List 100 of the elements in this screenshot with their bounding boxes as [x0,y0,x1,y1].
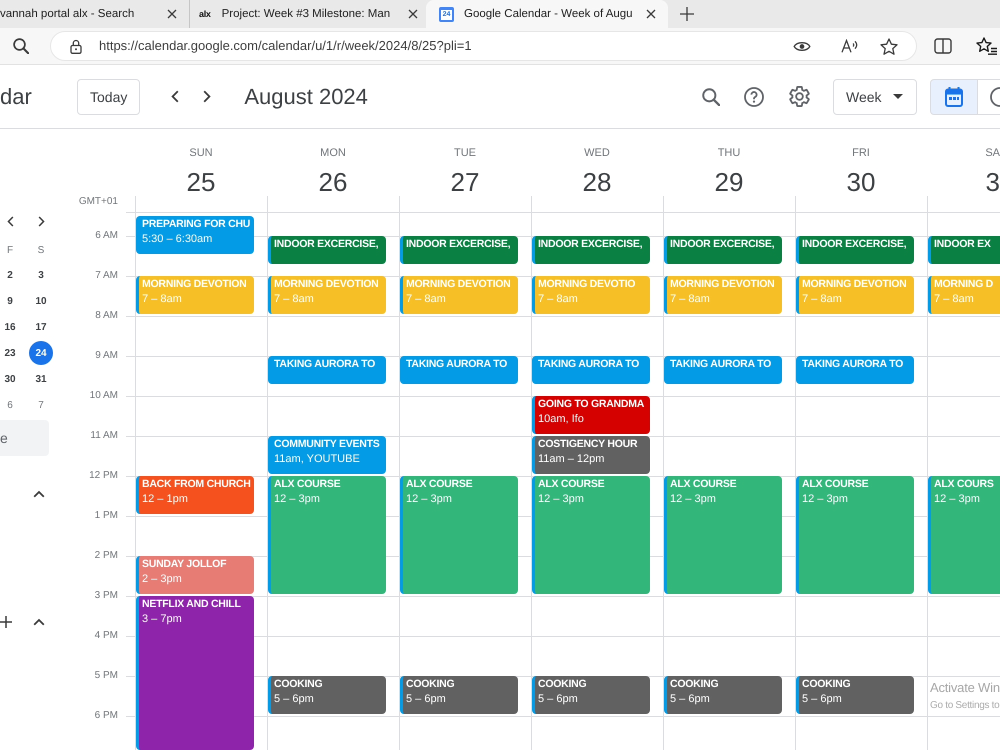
chevron-right-icon[interactable] [203,90,212,103]
event-time: 7 – 8am [406,292,446,307]
star-list-icon[interactable] [976,37,998,55]
hour-label: 10 AM [90,390,118,402]
calendar-event[interactable]: COOKING 5 – 6pm [796,676,914,714]
settings-icon[interactable] [789,86,810,107]
calendar-event[interactable]: ALX COURS 12 – 3pm [928,476,1000,594]
calendar-event[interactable]: COOKING 5 – 6pm [532,676,650,714]
mini-calendar-day[interactable]: 16 [0,316,20,338]
calendar-event[interactable]: INDOOR EXCERCISE, [664,236,782,264]
day-number[interactable]: 25 [186,168,216,196]
calendar-event[interactable]: TAKING AURORA TO [532,356,650,384]
event-time: 5 – 6pm [670,692,710,707]
plus-icon[interactable] [0,616,12,628]
today-button[interactable]: Today [77,78,140,114]
event-title: BACK FROM CHURCH [142,477,251,492]
event-time: 3 – 7pm [142,612,182,627]
calendar-event[interactable]: ALX COURSE 12 – 3pm [400,476,518,594]
address-bar[interactable]: https://calendar.google.com/calendar/u/1/r/week/2024/8/25?pli=1 [50,31,917,61]
browser-tab[interactable]: alx Project: Week #3 Milestone: Man [190,0,426,28]
event-title: COOKING [802,677,850,692]
mini-calendar-day[interactable]: 2 [0,264,20,286]
chevron-up-icon[interactable] [33,618,45,626]
event-title: PREPARING FOR CHU [142,217,250,232]
calendar-event[interactable]: TAKING AURORA TO [664,356,782,384]
close-icon[interactable] [167,9,177,19]
view-select-button[interactable]: Week [833,78,917,114]
calendar-event[interactable]: SUNDAY JOLLOF 2 – 3pm [136,556,254,594]
calendar-event[interactable]: INDOOR EXCERCISE, [268,236,386,264]
people-search-field[interactable]: e [0,420,49,456]
help-icon[interactable] [744,86,764,106]
calendar-event[interactable]: COOKING 5 – 6pm [400,676,518,714]
event-title: TAKING AURORA TO [802,357,903,372]
eye-icon[interactable] [793,42,811,50]
view-toggle-button[interactable] [930,78,978,114]
day-number[interactable]: 28 [582,168,612,196]
view-toggle-button[interactable] [978,78,1000,114]
weekday-label: THU [718,146,740,160]
event-title: ALX COURSE [802,477,868,492]
calendar-event[interactable]: TAKING AURORA TO [268,356,386,384]
hour-label: 1 PM [94,510,118,522]
mini-calendar-day[interactable]: 24 [29,341,53,365]
calendar-event[interactable]: ALX COURSE 12 – 3pm [532,476,650,594]
calendar-event[interactable]: NETFLIX AND CHILL 3 – 7pm [136,596,254,750]
hour-label: 9 AM [95,350,118,362]
day-number[interactable]: 26 [318,168,348,196]
chevron-left-icon[interactable] [6,216,14,226]
event-title: MORNING DEVOTIO [538,277,636,292]
calendar-event[interactable]: TAKING AURORA TO [400,356,518,384]
event-time: 5:30 – 6:30am [142,232,212,247]
event-title: ALX COURS [934,477,994,492]
day-number[interactable]: 27 [450,168,480,196]
mini-calendar-day[interactable]: 7 [29,394,53,416]
calendar-event[interactable]: INDOOR EX [928,236,1000,264]
lock-icon[interactable] [70,38,82,54]
chevron-left-icon[interactable] [171,90,180,103]
mini-calendar-day[interactable]: 31 [29,368,53,390]
calendar-event[interactable]: ALX COURSE 12 – 3pm [796,476,914,594]
mini-calendar-day[interactable]: 6 [0,394,20,416]
event-title: SUNDAY JOLLOF [142,557,226,572]
chevron-up-icon[interactable] [33,490,45,498]
mini-calendar-day[interactable]: 30 [0,368,20,390]
event-title: MORNING DEVOTION [802,277,907,292]
calendar-event[interactable]: TAKING AURORA TO [796,356,914,384]
day-number[interactable]: 29 [714,168,744,196]
day-number[interactable]: 3 [986,168,1000,196]
close-icon[interactable] [646,9,656,19]
calendar-event[interactable]: COSTIGENCY HOUR 11am – 12pm [532,436,650,474]
mini-calendar-day[interactable]: 9 [0,290,20,312]
event-time: 5 – 6pm [274,692,314,707]
search-icon[interactable] [13,38,29,54]
mini-calendar-day[interactable]: 10 [29,290,53,312]
calendar-event[interactable]: GOING TO GRANDMA 10am, Ifo [532,396,650,434]
calendar-event[interactable]: COOKING 5 – 6pm [664,676,782,714]
search-icon[interactable] [702,88,720,106]
star-icon[interactable] [880,38,898,54]
hour-label: 8 AM [95,310,118,322]
event-title: INDOOR EXCERCISE, [538,237,642,252]
split-screen-icon[interactable] [934,38,952,54]
plus-icon[interactable] [680,7,694,21]
caret-icon [893,94,903,99]
calendar-event[interactable]: BACK FROM CHURCH 12 – 1pm [136,476,254,514]
event-time: 12 – 1pm [142,492,188,507]
calendar-event[interactable]: ALX COURSE 12 – 3pm [664,476,782,594]
calendar-event[interactable]: PREPARING FOR CHU 5:30 – 6:30am [136,216,254,254]
calendar-event[interactable]: ALX COURSE 12 – 3pm [268,476,386,594]
day-number[interactable]: 30 [846,168,876,196]
event-title: TAKING AURORA TO [670,357,771,372]
chevron-right-icon[interactable] [38,216,44,226]
calendar-event[interactable]: COMMUNITY EVENTS 11am, YOUTUBE [268,436,386,474]
mini-calendar-day[interactable]: 3 [29,264,53,286]
mini-calendar-day[interactable]: 17 [29,316,53,338]
read-aloud-icon[interactable] [841,39,859,53]
mini-calendar-day[interactable]: 23 [0,342,20,364]
calendar-event[interactable]: COOKING 5 – 6pm [268,676,386,714]
calendar-event[interactable]: INDOOR EXCERCISE, [400,236,518,264]
event-time: 2 – 3pm [142,572,182,587]
calendar-event[interactable]: INDOOR EXCERCISE, [796,236,914,264]
calendar-event[interactable]: INDOOR EXCERCISE, [532,236,650,264]
close-icon[interactable] [408,9,418,19]
